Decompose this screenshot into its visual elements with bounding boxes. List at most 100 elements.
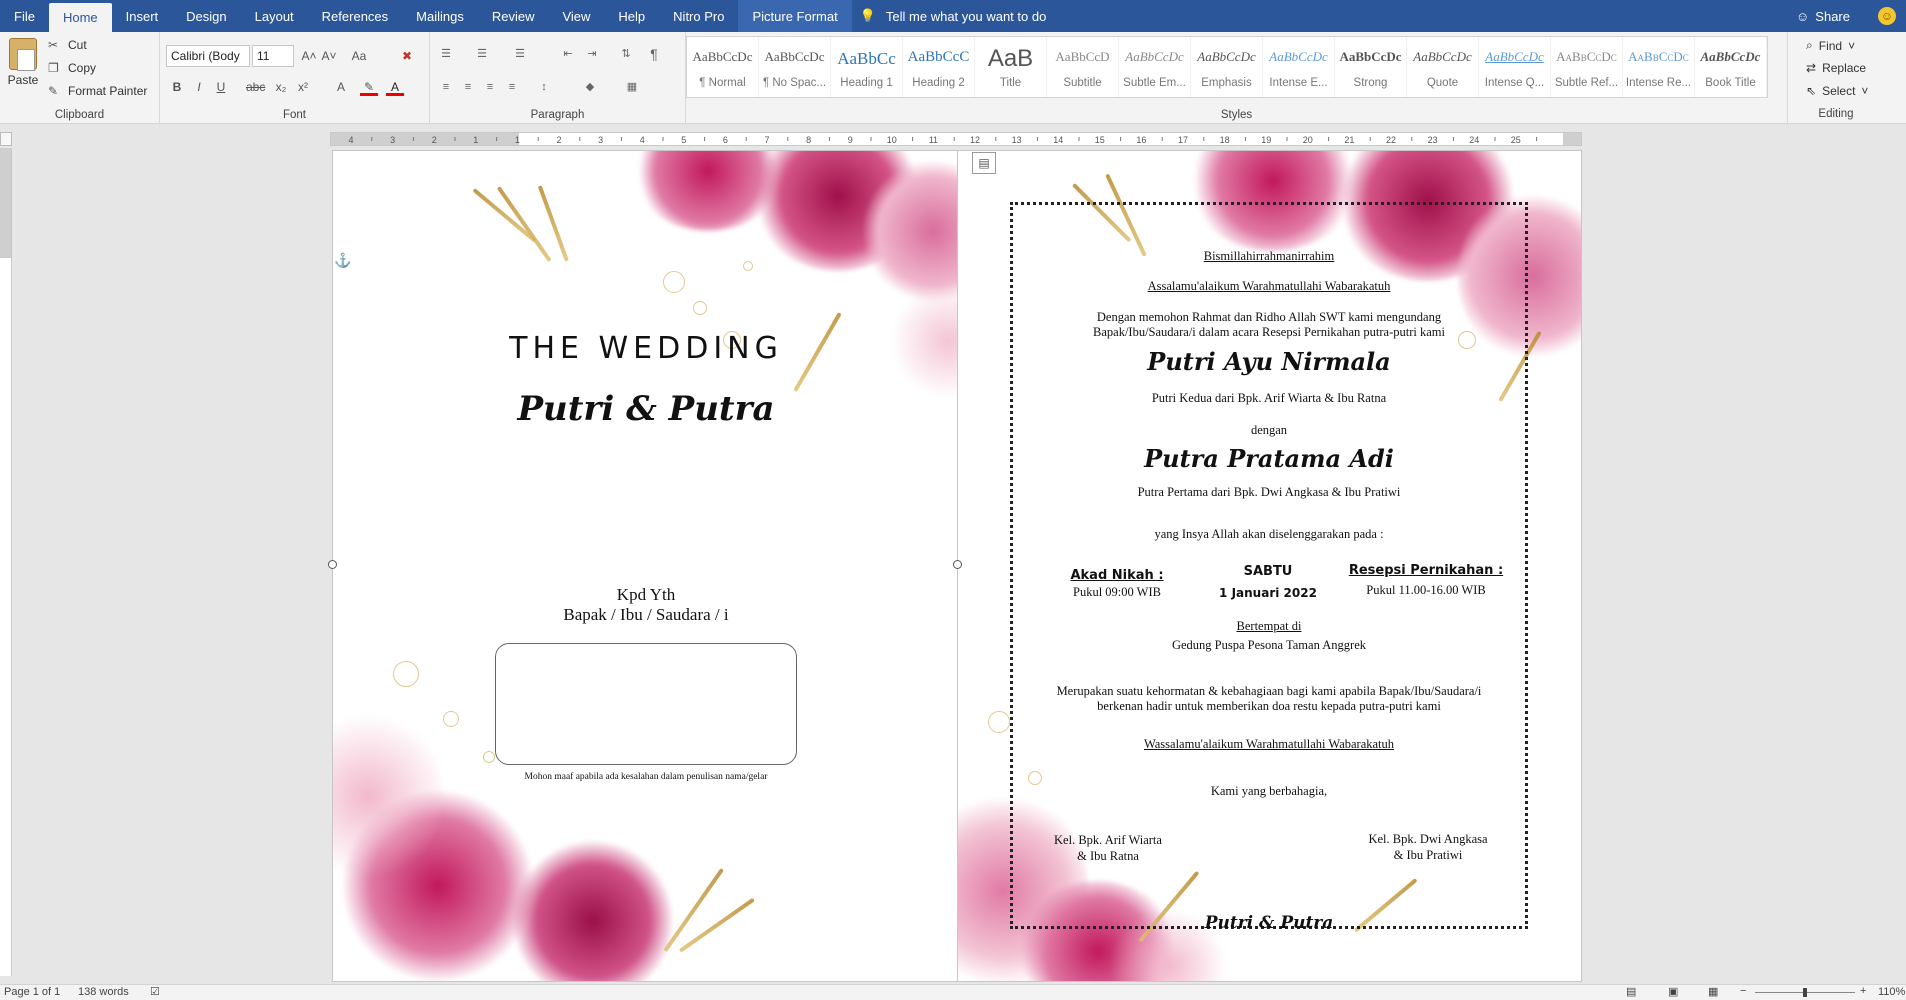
style-intense-quote[interactable]: AaBbCcDc Intense Q...: [1479, 37, 1551, 97]
read-mode-icon[interactable]: ▤: [1626, 985, 1636, 998]
grow-font-icon[interactable]: A˄: [300, 47, 318, 65]
tab-help[interactable]: Help: [604, 0, 659, 32]
style-normal[interactable]: AaBbCcDc ¶ Normal: [687, 37, 759, 97]
strikethrough-icon[interactable]: abc: [246, 78, 265, 96]
tab-insert[interactable]: Insert: [112, 0, 173, 32]
shading-icon[interactable]: ◆: [580, 78, 600, 96]
copy-icon: ❐: [48, 61, 59, 75]
recipient-name-box[interactable]: [495, 643, 797, 765]
change-case-icon[interactable]: Aa: [350, 47, 368, 65]
borders-icon[interactable]: ▦: [622, 78, 642, 96]
style-emphasis[interactable]: AaBbCcDc Emphasis: [1191, 37, 1263, 97]
subscript-icon[interactable]: x₂: [272, 78, 290, 96]
proofing-icon[interactable]: ☑: [150, 985, 160, 998]
align-left-icon[interactable]: ≡: [436, 78, 456, 96]
font-color-icon[interactable]: A: [386, 78, 404, 96]
style-heading-2[interactable]: AaBbCcC Heading 2: [903, 37, 975, 97]
resize-handle-right[interactable]: [953, 560, 962, 569]
ruler-number: 11: [929, 135, 938, 145]
decrease-indent-icon[interactable]: ⇤: [558, 45, 578, 63]
status-bar: Page 1 of 1 138 words ☑ ▤ ▣ ▦ − + 110%: [0, 984, 1906, 1000]
justify-icon[interactable]: ≡: [502, 78, 522, 96]
style-preview: AaBbCcDc: [692, 49, 753, 64]
font-size-select[interactable]: 11: [252, 45, 294, 67]
style-no-spacing[interactable]: AaBbCcDc ¶ No Spac...: [759, 37, 831, 97]
style-quote[interactable]: AaBbCcDc Quote: [1407, 37, 1479, 97]
resize-handle-left[interactable]: [328, 560, 337, 569]
tab-mailings[interactable]: Mailings: [402, 0, 478, 32]
paste-label: Paste: [7, 73, 39, 87]
line-spacing-icon[interactable]: ↕: [534, 78, 554, 96]
zoom-slider-thumb[interactable]: [1803, 988, 1807, 997]
font-name-select[interactable]: Calibri (Body: [166, 45, 250, 67]
print-layout-icon[interactable]: ▣: [1668, 985, 1678, 998]
tab-view[interactable]: View: [548, 0, 604, 32]
word-count[interactable]: 138 words: [78, 986, 129, 998]
venue-text: Gedung Puspa Pesona Taman Anggrek: [1171, 638, 1366, 652]
tab-file[interactable]: File: [0, 0, 49, 32]
bullets-icon[interactable]: ☰: [436, 45, 456, 63]
ruler-number: 19: [1261, 135, 1271, 145]
zoom-in-icon[interactable]: +: [1860, 985, 1866, 997]
style-title[interactable]: AaB Title: [975, 37, 1047, 97]
zoom-out-icon[interactable]: −: [1740, 985, 1746, 997]
horizontal-ruler[interactable]: 4 3 2 1 1 2 3 4 5 6 7 8 9 10 11 12 13 14 15 16 17 18 19 20 21 22 2…: [330, 132, 1582, 146]
tell-me-box[interactable]: 💡 Tell me what you want to do: [860, 0, 1047, 32]
style-subtitle[interactable]: AaBbCcD Subtitle: [1047, 37, 1119, 97]
multilevel-list-icon[interactable]: ☰: [510, 45, 530, 63]
text-effects-icon[interactable]: A: [332, 78, 350, 96]
tab-home[interactable]: Home: [48, 3, 112, 32]
copy-button[interactable]: ❐ Copy: [48, 61, 96, 75]
style-subtle-emphasis[interactable]: AaBbCcDc Subtle Em...: [1119, 37, 1191, 97]
find-button[interactable]: ⌕ Find ˅: [1806, 38, 1855, 53]
rose-decoration: [513, 841, 673, 981]
underline-icon[interactable]: U: [212, 78, 230, 96]
tab-picture-format[interactable]: Picture Format: [738, 0, 852, 32]
superscript-icon[interactable]: x²: [294, 78, 312, 96]
style-strong[interactable]: AaBbCcDc Strong: [1335, 37, 1407, 97]
style-intense-reference[interactable]: AaBbCcDc Intense Re...: [1623, 37, 1695, 97]
bold-icon[interactable]: B: [168, 78, 186, 96]
anchor-icon[interactable]: ⚓: [334, 252, 351, 269]
page-count[interactable]: Page 1 of 1: [4, 986, 60, 998]
shrink-font-icon[interactable]: A˅: [320, 47, 338, 65]
numbering-icon[interactable]: ☰: [472, 45, 492, 63]
sort-icon[interactable]: ⇅: [616, 45, 636, 63]
style-heading-1[interactable]: AaBbCc Heading 1: [831, 37, 903, 97]
tab-nitro-pro[interactable]: Nitro Pro: [659, 0, 738, 32]
zoom-level[interactable]: 110%: [1878, 986, 1905, 998]
style-name: Title: [999, 77, 1022, 89]
align-center-icon[interactable]: ≡: [458, 78, 478, 96]
show-formatting-marks-icon[interactable]: ¶: [644, 45, 664, 63]
tab-review[interactable]: Review: [478, 0, 549, 32]
ribbon-tab-bar: File Home Insert Design Layout Reference…: [0, 0, 1906, 32]
style-subtle-reference[interactable]: AaBbCcDc Subtle Ref...: [1551, 37, 1623, 97]
invitation-cover-page[interactable]: THE WEDDING Putri & Putra Kpd Yth Bapak …: [332, 150, 958, 982]
tab-references[interactable]: References: [308, 0, 402, 32]
increase-indent-icon[interactable]: ⇥: [582, 45, 602, 63]
ruler-number: 23: [1428, 135, 1438, 145]
format-painter-button[interactable]: ✎ Format Painter: [48, 84, 147, 98]
highlight-color-icon[interactable]: ✎: [360, 78, 378, 96]
feedback-smiley-icon[interactable]: ☺: [1878, 7, 1896, 25]
style-name: ¶ Normal: [699, 77, 746, 89]
replace-button[interactable]: ⇄ Replace: [1806, 61, 1866, 75]
cut-button[interactable]: ✂ Cut: [48, 38, 87, 52]
share-button[interactable]: ☺ Share: [1796, 0, 1850, 32]
italic-icon[interactable]: I: [190, 78, 208, 96]
invitation-detail-page[interactable]: Bismillahirrahmanirrahim Assalamu'alaiku…: [958, 150, 1582, 982]
layout-options-icon[interactable]: ▤: [972, 152, 996, 174]
style-preview: AaBbCcDc: [1413, 49, 1472, 64]
style-name: Book Title: [1705, 77, 1756, 89]
style-book-title[interactable]: AaBbCcDc Book Title: [1695, 37, 1767, 97]
align-right-icon[interactable]: ≡: [480, 78, 500, 96]
tab-selector[interactable]: [0, 132, 12, 146]
vertical-ruler[interactable]: [0, 148, 12, 976]
select-button[interactable]: ⇖ Select ˅: [1806, 84, 1868, 98]
tab-layout[interactable]: Layout: [241, 0, 308, 32]
style-intense-emphasis[interactable]: AaBbCcDc Intense E...: [1263, 37, 1335, 97]
web-layout-icon[interactable]: ▦: [1708, 985, 1718, 998]
clear-formatting-icon[interactable]: ✖: [398, 47, 416, 65]
tab-design[interactable]: Design: [172, 0, 240, 32]
paste-button[interactable]: Paste: [6, 38, 40, 87]
